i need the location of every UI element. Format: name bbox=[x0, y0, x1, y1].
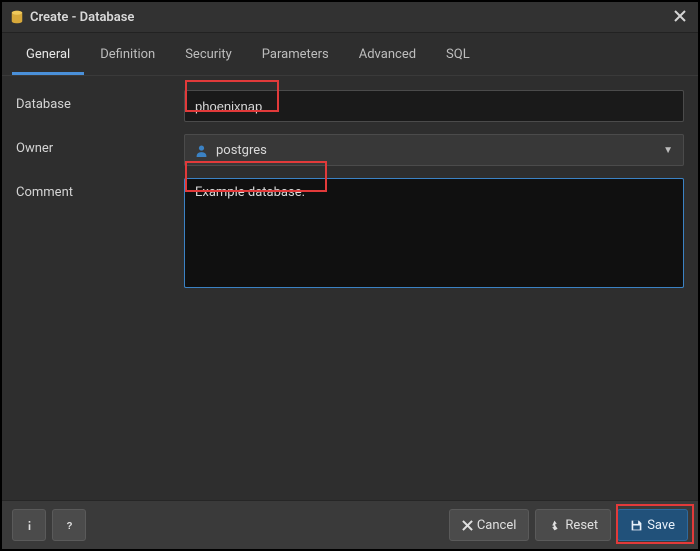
svg-text:?: ? bbox=[66, 521, 72, 532]
owner-label: Owner bbox=[16, 134, 184, 156]
reset-label: Reset bbox=[565, 518, 598, 533]
user-icon bbox=[195, 144, 208, 157]
cancel-button[interactable]: Cancel bbox=[449, 509, 530, 541]
database-input[interactable] bbox=[184, 90, 684, 122]
owner-value: postgres bbox=[216, 143, 267, 158]
tab-parameters[interactable]: Parameters bbox=[248, 39, 343, 75]
window-title: Create - Database bbox=[30, 10, 670, 25]
owner-select[interactable]: postgres ▼ bbox=[184, 134, 684, 166]
chevron-down-icon: ▼ bbox=[663, 145, 673, 156]
tabs: General Definition Security Parameters A… bbox=[2, 33, 698, 76]
row-owner: Owner postgres ▼ bbox=[16, 134, 684, 166]
reset-icon bbox=[548, 519, 561, 532]
info-icon bbox=[23, 519, 36, 532]
tab-advanced[interactable]: Advanced bbox=[345, 39, 430, 75]
footer: ? Cancel Reset bbox=[2, 500, 698, 549]
save-label: Save bbox=[647, 518, 675, 533]
cancel-label: Cancel bbox=[477, 518, 517, 533]
save-button[interactable]: Save bbox=[617, 509, 688, 541]
create-database-dialog: Create - Database General Definition Sec… bbox=[0, 0, 700, 551]
tab-general[interactable]: General bbox=[12, 39, 84, 75]
comment-textarea[interactable] bbox=[184, 178, 684, 288]
titlebar: Create - Database bbox=[2, 2, 698, 33]
reset-button[interactable]: Reset bbox=[535, 509, 611, 541]
tab-security[interactable]: Security bbox=[171, 39, 246, 75]
database-icon bbox=[10, 10, 24, 24]
save-icon bbox=[630, 519, 643, 532]
row-database: Database bbox=[16, 90, 684, 122]
cancel-icon bbox=[462, 520, 473, 531]
comment-label: Comment bbox=[16, 178, 184, 200]
help-button[interactable]: ? bbox=[52, 509, 86, 541]
tab-definition[interactable]: Definition bbox=[86, 39, 169, 75]
database-label: Database bbox=[16, 90, 184, 112]
tab-sql[interactable]: SQL bbox=[432, 39, 484, 75]
row-comment: Comment bbox=[16, 178, 684, 292]
dialog-body: Database Owner postgres ▼ bbox=[2, 76, 698, 500]
help-icon: ? bbox=[63, 519, 76, 532]
info-button[interactable] bbox=[12, 509, 46, 541]
close-button[interactable] bbox=[670, 9, 690, 25]
close-icon bbox=[674, 10, 686, 22]
